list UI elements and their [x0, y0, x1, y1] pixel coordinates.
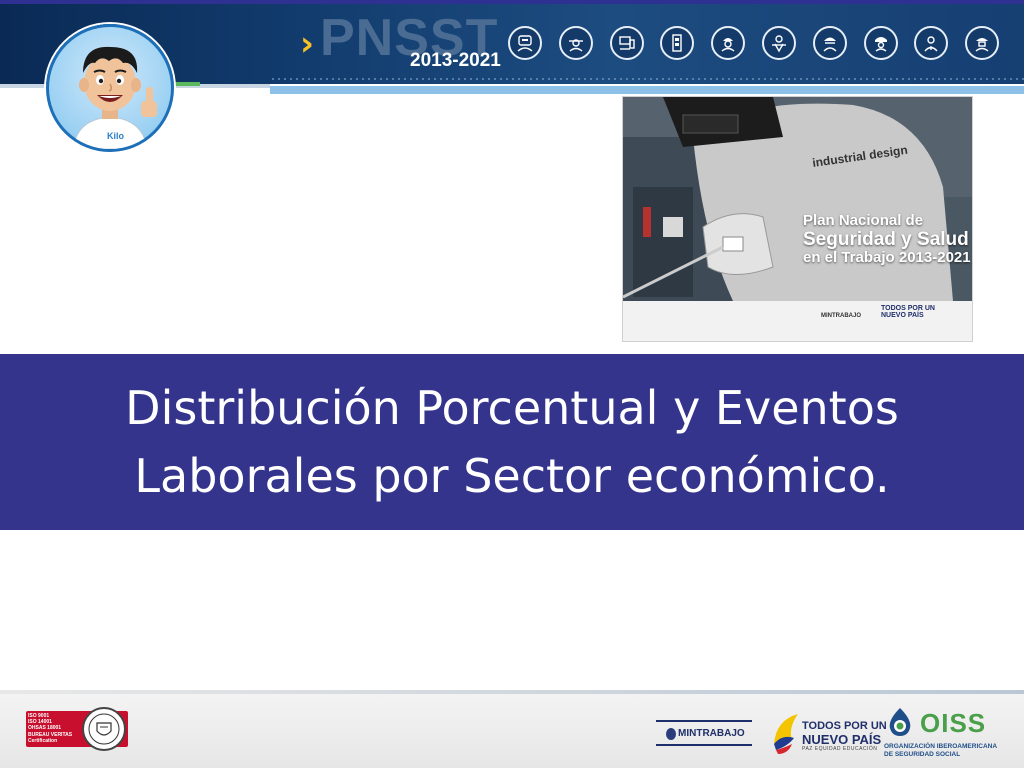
health-worker-icon: [914, 26, 949, 60]
cover-title: Plan Nacional de Seguridad y Salud en el…: [803, 212, 971, 267]
oiss-subtitle-line1: ORGANIZACIÓN IBEROAMERICANA: [884, 743, 998, 750]
cover-title-line2: Seguridad y Salud: [803, 228, 969, 250]
chevron-right-icon: ›: [300, 24, 315, 64]
machinist-icon: [609, 26, 644, 60]
header-light-line: [270, 86, 1024, 94]
slide-title-line1: Distribución Porcentual y Eventos: [125, 381, 899, 435]
certification-text: ISO 9001 ISO 14001 OHSAS 18001 BUREAU VE…: [28, 713, 73, 744]
campaign-line3: PAZ EQUIDAD EDUCACIÓN: [802, 746, 878, 752]
oiss-logo: OISS ORGANIZACIÓN IBEROAMERICANA DE SEGU…: [884, 706, 1014, 760]
mintrabajo-text: MINTRABAJO: [678, 727, 745, 739]
header-dotted-line: [270, 78, 1024, 80]
miner-icon: [711, 26, 746, 60]
certification-badge: ISO 9001 ISO 14001 OHSAS 18001 BUREAU VE…: [26, 707, 128, 751]
cover-title-line1: Plan Nacional de: [803, 212, 924, 229]
mascot-icon: Kilo: [72, 46, 157, 149]
welder-icon: [508, 26, 542, 60]
mintrabajo-logo: MINTRABAJO: [656, 720, 752, 746]
electrician-icon: [660, 26, 695, 60]
colombia-flag-bird-icon: [774, 714, 798, 754]
cover-photo: industrial design: [623, 97, 972, 301]
footer-top-line: [0, 690, 1024, 694]
cover-title-line3: en el Trabajo 2013-2021: [803, 249, 971, 267]
construction-worker-icon: [812, 26, 847, 60]
slide-title-band: Distribución Porcentual y Eventos Labora…: [0, 354, 1024, 530]
brand-years: 2013-2021: [410, 50, 501, 71]
mascot-shirt-text: Kilo: [107, 131, 125, 141]
worker-icon: [761, 26, 796, 60]
firefighter-icon: [863, 26, 898, 60]
role-icons-row: [508, 26, 1008, 60]
engineer-icon: [965, 26, 1000, 60]
header-green-line: [170, 82, 200, 86]
plan-cover-image: industrial design Plan Nacional de Segur…: [622, 96, 973, 342]
oiss-emblem-icon: [889, 708, 911, 736]
mascot-avatar: Kilo: [46, 24, 174, 152]
cover-campaign: TODOS POR UN NUEVO PAÍS: [881, 305, 935, 320]
todos-por-un-nuevo-pais-logo: TODOS POR UN NUEVO PAÍS PAZ EQUIDAD EDUC…: [770, 706, 887, 758]
cover-campaign-line2: NUEVO PAÍS: [881, 312, 924, 320]
farmer-icon: [558, 26, 593, 60]
slide-title-line2: Laborales por Sector económico.: [134, 449, 890, 503]
bureau-veritas-seal-icon: [82, 707, 126, 751]
cover-ministry: MINTRABAJO: [821, 313, 861, 319]
campaign-line1: TODOS POR UN: [802, 720, 887, 732]
oiss-subtitle-line2: DE SEGURIDAD SOCIAL: [884, 751, 961, 758]
colombia-shield-icon: [666, 728, 676, 740]
oiss-name: OISS: [920, 708, 987, 738]
campaign-line2: NUEVO PAÍS: [802, 732, 882, 747]
